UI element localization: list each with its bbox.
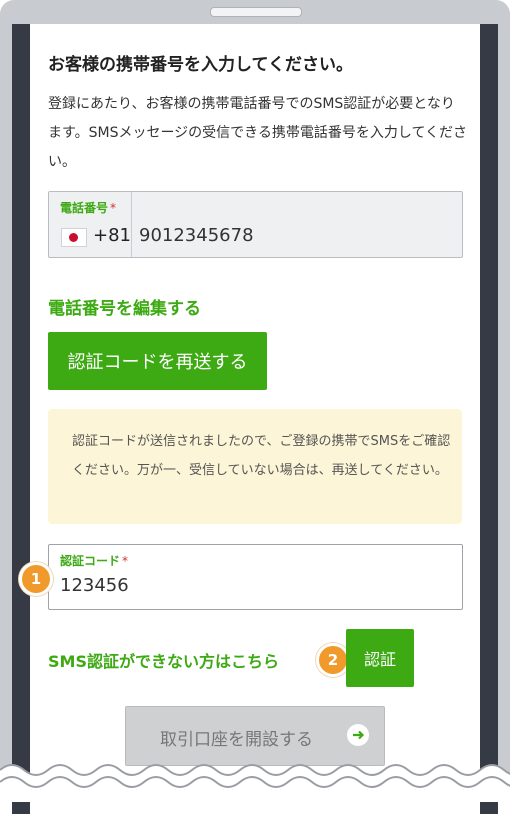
phone-number-field[interactable]: 電話番号 * +81 9012345678 [48,191,463,258]
field-divider [131,192,132,257]
phone-field-label: 電話番号 * [60,201,117,215]
verify-button[interactable]: 認証 [346,629,414,687]
japan-flag-icon [61,228,87,247]
intro-text: 登録にあたり、お客様の携帯電話番号でのSMS認証が必要となります。SMSメッセー… [48,96,468,170]
arrow-right-icon [347,724,369,746]
verification-code-field[interactable]: 認証コード * 123456 [48,544,463,610]
step-badge-1: 1 [19,562,53,596]
sms-help-link[interactable]: SMS認証ができない方はこちら [48,648,279,672]
required-mark: * [110,201,117,215]
phone-number-value: 9012345678 [139,225,254,246]
page-title: お客様の携帯番号を入力してください。 [48,55,353,75]
open-account-label: 取引口座を開設する [160,730,313,750]
country-code: +81 [93,225,131,246]
code-value: 123456 [60,575,129,596]
notice-text: 認証コードが送信されましたので、ご登録の携帯でSMSをご確認ください。万が一、受… [72,434,451,478]
resend-code-button[interactable]: 認証コードを再送する [48,332,267,390]
required-mark: * [122,554,129,568]
notice-box: 認証コードが送信されましたので、ご登録の携帯でSMSをご確認ください。万が一、受… [48,409,462,524]
torn-edge [0,764,510,802]
device-speaker [210,7,302,17]
step-badge-2: 2 [316,643,350,677]
edit-phone-link[interactable]: 電話番号を編集する [48,294,201,319]
code-field-label: 認証コード * [60,554,129,568]
